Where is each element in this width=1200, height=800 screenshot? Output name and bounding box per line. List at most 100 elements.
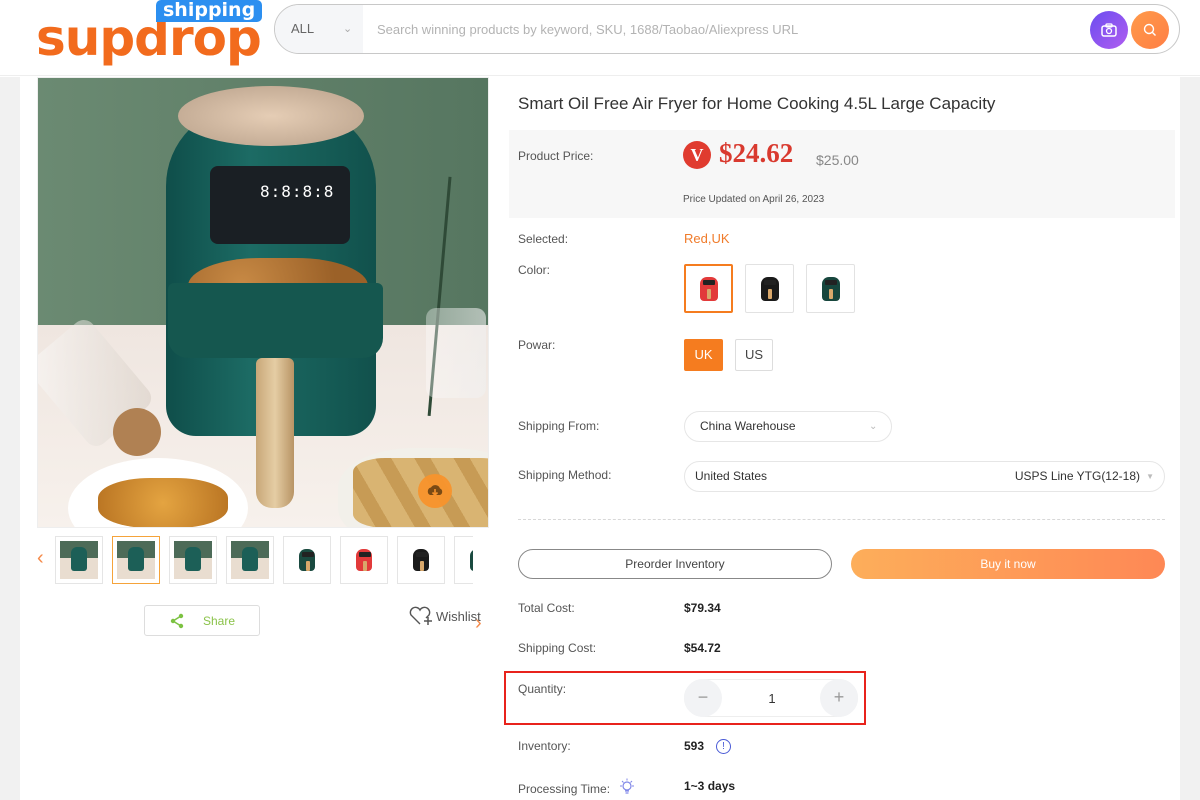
black-fryer-thumbnail	[760, 276, 779, 301]
thumbnail-image	[231, 541, 269, 579]
inventory-value: 593	[684, 739, 705, 753]
color-option-black[interactable]	[745, 264, 794, 313]
image-fryer-lid	[178, 86, 364, 146]
color-option-green[interactable]	[806, 264, 855, 313]
power-option-us[interactable]: US	[735, 339, 773, 371]
vip-price-badge: V	[683, 141, 711, 169]
header: supdrop shipping ALL ⌄	[0, 0, 1200, 76]
search-icon	[1143, 23, 1156, 36]
shipping-method-label: Shipping Method:	[518, 468, 612, 482]
wishlist-label: Wishlist	[436, 608, 481, 624]
current-price: $24.62	[719, 138, 794, 168]
quantity-stepper: − +	[684, 679, 858, 717]
heart-plus-icon	[409, 606, 432, 625]
quantity-input[interactable]	[725, 680, 819, 716]
total-cost-value: $79.34	[684, 601, 721, 615]
thumbnail-fryer	[128, 547, 144, 571]
lightbulb-icon	[620, 778, 634, 794]
thumbnail-1[interactable]	[55, 536, 103, 584]
share-button[interactable]: Share	[144, 605, 260, 636]
quantity-increment-button[interactable]: +	[820, 679, 858, 717]
power-option-uk[interactable]: UK	[684, 339, 723, 371]
buy-now-button[interactable]: Buy it now	[851, 549, 1165, 579]
thumbnail-3[interactable]	[169, 536, 217, 584]
original-price: $25.00	[816, 152, 859, 168]
search-button[interactable]	[1131, 11, 1169, 49]
divider	[518, 519, 1165, 520]
thumbnail-image	[402, 541, 440, 579]
image-glass	[426, 308, 486, 398]
thumbnail-image	[117, 541, 155, 579]
wishlist-button[interactable]: Wishlist	[408, 606, 481, 626]
search-scope-select[interactable]: ALL ⌄	[275, 5, 363, 53]
shipping-cost-value: $54.72	[684, 641, 721, 655]
thumbnail-8[interactable]	[454, 536, 473, 584]
thumbnail-image	[459, 541, 473, 579]
image-fryer-display: 8:8:8:8	[260, 182, 335, 201]
processing-time-value: 1~3 days	[684, 779, 736, 793]
thumbnail-5[interactable]	[283, 536, 331, 584]
thumbnail-image	[174, 541, 212, 579]
shipping-method-value: USPS Line YTG(12-18)	[1014, 469, 1140, 483]
power-label: Powar:	[518, 338, 556, 352]
thumbnail-fryer	[71, 547, 87, 571]
thumbnail-fryer	[185, 547, 201, 571]
main-product-image[interactable]: 8:8:8:8	[37, 77, 489, 528]
download-image-button[interactable]	[418, 474, 452, 508]
price-updated-date: Price Updated on April 26, 2023	[683, 194, 825, 205]
green-fryer-thumbnail	[821, 276, 840, 301]
camera-icon	[1101, 23, 1117, 37]
thumbnail-fryer	[242, 547, 258, 571]
inventory-label: Inventory:	[518, 739, 571, 753]
chevron-down-icon: ⌄	[343, 23, 353, 35]
shipping-cost-label: Shipping Cost:	[518, 641, 597, 655]
shipping-from-label: Shipping From:	[518, 419, 600, 433]
caret-down-icon: ▼	[1146, 472, 1154, 481]
price-box: Product Price: V $24.62 $25.00 Price Upd…	[509, 130, 1175, 218]
color-label: Color:	[518, 263, 551, 277]
search-input[interactable]	[365, 5, 1065, 53]
logo[interactable]: supdrop shipping	[36, 0, 263, 70]
thumbnail-fryer	[299, 549, 315, 571]
shipping-from-select[interactable]: China Warehouse ⌄	[684, 411, 892, 442]
thumbnail-fryer	[470, 549, 473, 571]
chevron-down-icon: ⌄	[869, 421, 878, 432]
thumbnail-image	[345, 541, 383, 579]
thumbnail-strip	[55, 535, 473, 585]
color-option-red[interactable]	[684, 264, 733, 313]
share-icon	[170, 613, 184, 628]
shipping-method-select[interactable]: United States USPS Line YTG(12-18) ▼	[684, 461, 1165, 492]
info-icon[interactable]: !	[716, 739, 731, 754]
thumbnail-2[interactable]	[112, 536, 160, 584]
thumbnail-next-arrow[interactable]: ›	[475, 612, 1141, 635]
shipping-from-value: China Warehouse	[700, 419, 796, 433]
product-price-label: Product Price:	[518, 149, 594, 163]
share-label: Share	[202, 613, 236, 628]
shipping-country: United States	[695, 469, 768, 483]
product-title: Smart Oil Free Air Fryer for Home Cookin…	[518, 94, 996, 113]
image-fryer-basket	[168, 283, 383, 358]
quantity-decrement-button[interactable]: −	[684, 679, 722, 717]
thumbnail-image	[60, 541, 98, 579]
image-fryer-handle	[256, 358, 294, 508]
image-fryer-panel: 8:8:8:8	[210, 166, 350, 244]
processing-time-label: Processing Time:	[518, 782, 611, 796]
thumbnail-prev-arrow[interactable]: ‹	[37, 547, 44, 570]
image-search-button[interactable]	[1090, 11, 1128, 49]
selected-label: Selected:	[518, 232, 569, 246]
thumbnail-image	[288, 541, 326, 579]
logo-badge: shipping	[156, 0, 263, 22]
thumbnail-4[interactable]	[226, 536, 274, 584]
thumbnail-fryer	[413, 549, 429, 571]
thumbnail-fryer	[356, 549, 372, 571]
preorder-inventory-button[interactable]: Preorder Inventory	[518, 549, 832, 579]
search-scope-value: ALL	[291, 21, 315, 36]
search-bar: ALL ⌄	[274, 4, 1180, 54]
page-gutter-left	[0, 77, 20, 800]
image-bread	[98, 478, 228, 527]
page-gutter-right	[1180, 77, 1200, 800]
thumbnail-7[interactable]	[397, 536, 445, 584]
thumbnail-carousel: ‹ ›	[37, 535, 489, 634]
thumbnail-6[interactable]	[340, 536, 388, 584]
selected-value: Red,UK	[684, 231, 730, 246]
